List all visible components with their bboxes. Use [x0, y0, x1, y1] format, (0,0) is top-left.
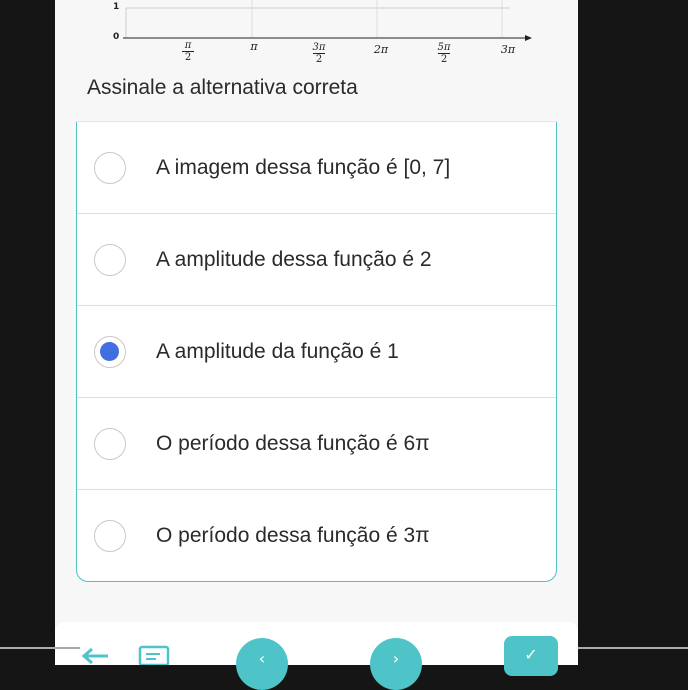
radio-button[interactable] — [94, 243, 126, 276]
next-button[interactable]: › — [370, 638, 422, 690]
x-tick-pi-over-2: π2 — [173, 40, 203, 63]
x-tick-3pi-over-2: 3π 2 — [312, 42, 326, 65]
arrow-left-icon[interactable] — [80, 647, 110, 665]
x-tick-3pi: 3π — [500, 43, 516, 56]
option-2[interactable]: A amplitude dessa função é 2 — [77, 214, 556, 306]
chevron-left-icon: ‹ — [258, 649, 266, 668]
bottom-nav-bar — [55, 622, 578, 665]
option-label: O período dessa função é 3π — [156, 523, 430, 547]
question-text: Assinale a alternativa correta — [87, 76, 358, 99]
option-label: A amplitude da função é 1 — [156, 339, 399, 363]
nav-divider-left — [0, 647, 80, 649]
radio-button[interactable] — [94, 519, 126, 552]
x-tick-5pi-over-2: 5π 2 — [437, 42, 451, 65]
question-panel: 1 0 π2 π 3π 2 2π 5π 2 3π Assinale a altern… — [55, 0, 578, 665]
option-1[interactable]: A imagem dessa função é [0, 7] — [77, 122, 556, 214]
function-graph: 1 0 π2 π 3π 2 2π 5π 2 3π — [55, 0, 578, 75]
edit-list-icon[interactable] — [138, 645, 172, 667]
radio-button[interactable] — [94, 427, 126, 460]
confirm-button[interactable]: ✓ — [504, 636, 558, 676]
option-label: O período dessa função é 6π — [156, 431, 430, 455]
option-label: A imagem dessa função é [0, 7] — [156, 155, 451, 179]
option-4[interactable]: O período dessa função é 6π — [77, 398, 556, 490]
option-label: A amplitude dessa função é 2 — [156, 247, 432, 271]
y-label-0: 0 — [113, 32, 120, 42]
previous-button[interactable]: ‹ — [236, 638, 288, 690]
option-3[interactable]: A amplitude da função é 1 — [77, 306, 556, 398]
y-label-1: 1 — [113, 2, 120, 12]
x-tick-2pi: 2π — [373, 43, 389, 56]
nav-divider-right — [578, 647, 688, 649]
chevron-right-icon: › — [392, 649, 400, 668]
check-icon: ✓ — [524, 645, 538, 664]
radio-button-selected[interactable] — [94, 335, 126, 368]
x-tick-pi: π — [250, 40, 258, 53]
answer-options: A imagem dessa função é [0, 7] A amplitu… — [76, 122, 557, 582]
option-5[interactable]: O período dessa função é 3π — [77, 490, 556, 581]
radio-button[interactable] — [94, 151, 126, 184]
